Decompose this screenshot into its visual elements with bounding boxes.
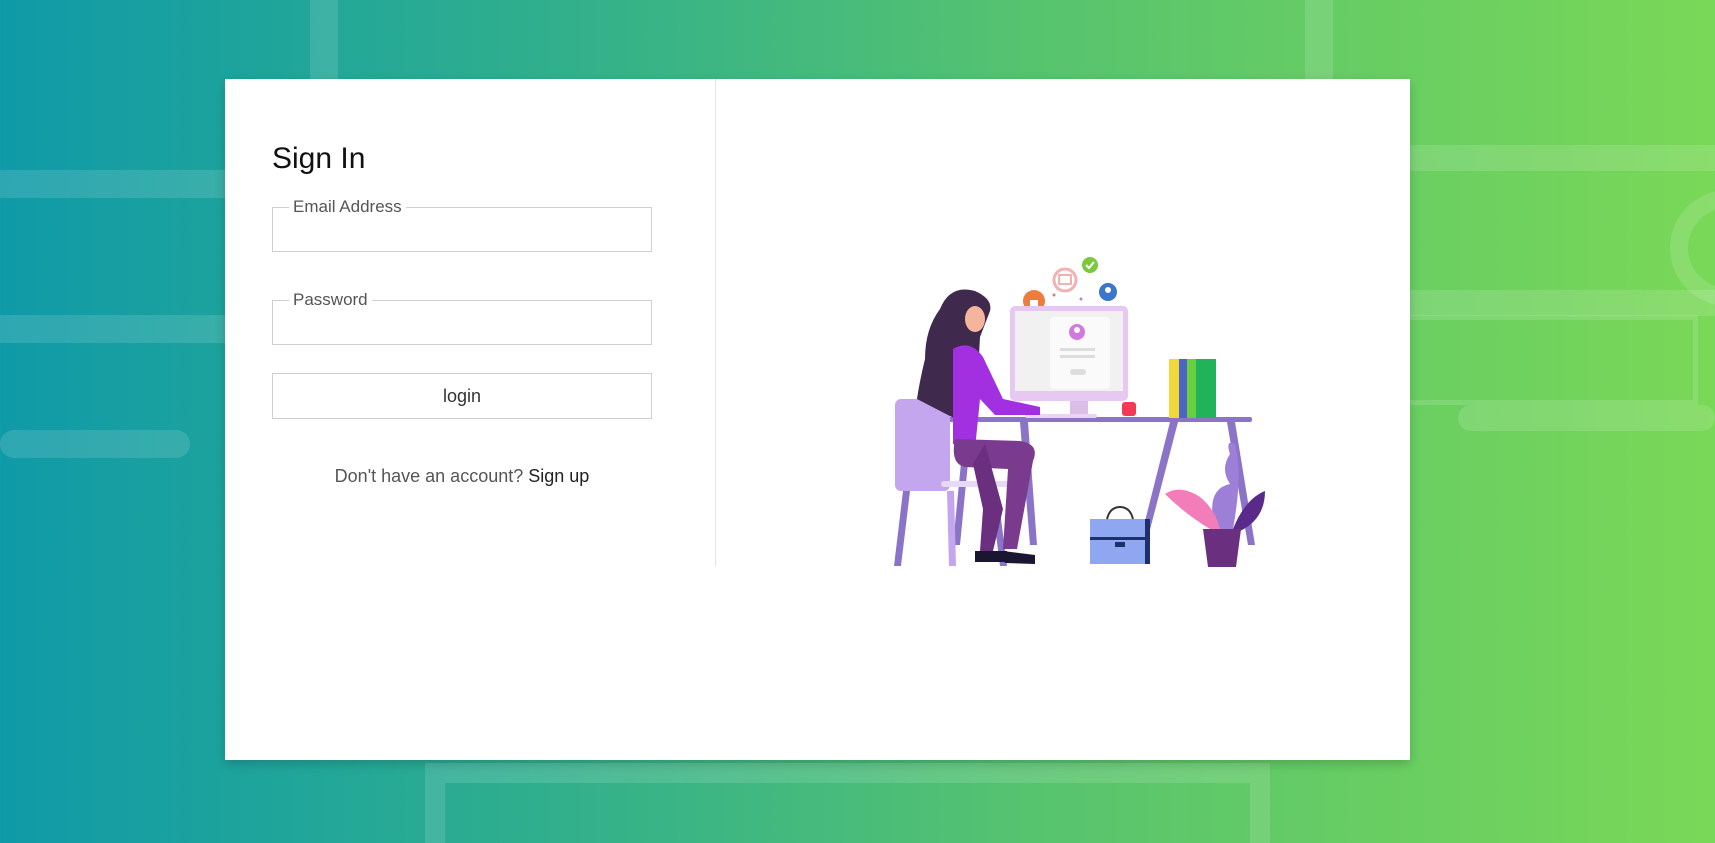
background-outline [1410, 315, 1698, 405]
password-field[interactable]: Password [272, 291, 652, 345]
background-stripe [1410, 290, 1715, 316]
background-stripe [0, 170, 225, 198]
email-field[interactable]: Email Address [272, 198, 652, 252]
password-label: Password [293, 290, 368, 309]
background-stripe [1410, 145, 1715, 171]
binders [1169, 359, 1216, 418]
background-stripe [0, 430, 190, 458]
signup-prompt: Don't have an account? Sign up [272, 466, 652, 487]
background-circle [1670, 190, 1715, 306]
signin-panel: Sign In Email Address Password login Don… [225, 79, 716, 566]
signup-link[interactable]: Sign up [528, 466, 589, 486]
floating-icons [1023, 257, 1117, 314]
login-button[interactable]: login [272, 373, 652, 419]
login-card: Sign In Email Address Password login Don… [225, 79, 1410, 760]
check-icon [1082, 257, 1098, 273]
background-stripe [1458, 405, 1715, 431]
background-stripe [310, 0, 338, 80]
briefcase [1090, 505, 1150, 564]
woman-at-desk-illustration [894, 257, 1265, 567]
background-stripe [1305, 0, 1333, 80]
no-account-text: Don't have an account? [334, 466, 524, 486]
email-label: Email Address [293, 197, 402, 216]
monitor [1010, 306, 1128, 418]
background-stripe [0, 315, 225, 343]
page-title: Sign In [272, 142, 366, 175]
mug [1122, 402, 1136, 416]
plant [1165, 442, 1265, 567]
password-input[interactable] [293, 309, 635, 337]
email-input[interactable] [293, 216, 635, 244]
background-outline [425, 763, 1270, 843]
